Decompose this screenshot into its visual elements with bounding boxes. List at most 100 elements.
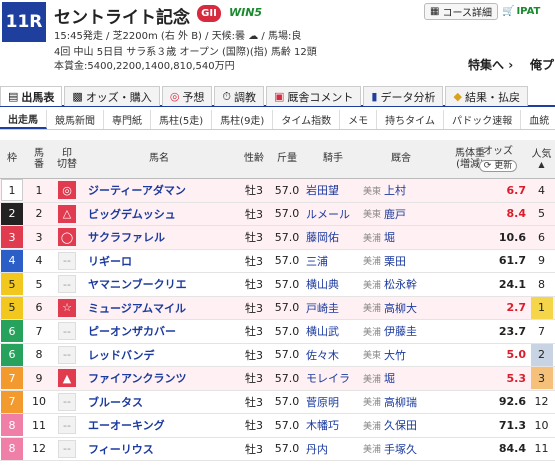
subtab-entries[interactable]: 出走馬 <box>0 110 47 129</box>
table-icon: ▤ <box>8 90 19 103</box>
trainer-link[interactable]: 上村 <box>384 179 442 202</box>
tab-odds[interactable]: ▩ オッズ・購入 <box>64 86 160 106</box>
odds-update-button[interactable]: ⟳ 更新 <box>478 159 518 172</box>
jockey-link[interactable]: 木幡巧 <box>306 414 360 437</box>
trainer-link[interactable]: 松永幹 <box>384 273 442 296</box>
mark-button[interactable]: -- <box>58 392 76 411</box>
course-detail-button[interactable]: ▦ コース詳細 <box>424 3 498 20</box>
jockey-link[interactable]: ルメール <box>306 203 360 226</box>
trainer-link[interactable]: 堀 <box>384 226 442 249</box>
trainer-area: 美東 <box>362 351 381 362</box>
trainer-link[interactable]: 手塚久 <box>384 438 442 461</box>
popularity-badge: 8 <box>531 273 553 295</box>
subtab-memo[interactable]: メモ <box>340 110 378 129</box>
mark-button[interactable]: ☆ <box>58 298 76 317</box>
horse-name-link[interactable]: リギーロ <box>82 250 236 273</box>
horse-name-link[interactable]: ビッグデムッシュ <box>82 203 236 226</box>
horse-weight <box>444 203 496 226</box>
table-row: 4 4 -- リギーロ 牡3 57.0 三浦 美浦 栗田 61.7 9 <box>0 249 555 273</box>
header-mark-toggle[interactable]: 印切替 <box>54 140 80 178</box>
horse-name-link[interactable]: ミュージアムマイル <box>82 297 236 320</box>
jockey-link[interactable]: 菅原明 <box>306 391 360 414</box>
tab-results[interactable]: ◆ 結果・払戻 <box>445 86 528 106</box>
sex-age: 牡3 <box>245 207 263 221</box>
jockey-link[interactable]: 丹内 <box>306 438 360 461</box>
waku-cell: 5 <box>0 273 24 296</box>
horse-name-link[interactable]: サクラファレル <box>82 226 236 249</box>
header-jockey: 騎手 <box>323 153 343 165</box>
trainer-link[interactable]: 久保田 <box>384 414 442 437</box>
tab-entries[interactable]: ▤ 出馬表 <box>0 86 63 106</box>
special-feature-link[interactable]: 特集へ › <box>468 56 513 73</box>
tab-stable-comment[interactable]: ▣ 厩舎コメント <box>266 86 362 106</box>
mark-button[interactable]: -- <box>58 416 76 435</box>
subtab-past9[interactable]: 馬柱(9走) <box>212 110 274 129</box>
popularity-cell: 8 <box>528 273 555 296</box>
horse-name-link[interactable]: ファイアンクランツ <box>82 367 236 390</box>
mark-button[interactable]: △ <box>58 204 76 223</box>
popularity-badge: 3 <box>530 367 553 390</box>
waku-badge: 4 <box>1 249 23 272</box>
jockey-link[interactable]: 戸崎圭 <box>306 297 360 320</box>
trainer-link[interactable]: 大竹 <box>384 344 442 367</box>
subtab-paddock[interactable]: パドック速報 <box>444 110 522 129</box>
horse-name-link[interactable]: ピーオンザカバー <box>82 320 236 343</box>
tab-data-analysis[interactable]: ▮ データ分析 <box>363 86 444 106</box>
horse-weight <box>444 438 496 461</box>
mark-button[interactable]: -- <box>58 275 76 294</box>
horse-name-link[interactable]: レッドバンデ <box>82 344 236 367</box>
subtab-time-index[interactable]: タイム指数 <box>273 110 341 129</box>
mark-button[interactable]: -- <box>58 322 76 341</box>
horse-number: 7 <box>35 324 43 338</box>
tab-label: 予想 <box>182 90 205 104</box>
mark-button[interactable]: -- <box>58 251 76 270</box>
race-number: 11R <box>2 2 46 42</box>
subtab-newspaper[interactable]: 競馬新聞 <box>47 110 104 129</box>
my-pro-link[interactable]: 俺プ <box>530 56 554 73</box>
horse-name-link[interactable]: エーオーキング <box>82 414 236 437</box>
trainer-link[interactable]: 高柳大 <box>384 297 442 320</box>
trainer-link[interactable]: 鹿戸 <box>384 203 442 226</box>
horse-number: 5 <box>35 277 43 291</box>
mark-button[interactable]: ◎ <box>58 181 76 200</box>
subtab-specialist[interactable]: 専門紙 <box>104 110 151 129</box>
horse-name-link[interactable]: ジーティーアダマン <box>82 179 236 202</box>
header-popularity[interactable]: 人気 ▲ <box>528 140 555 178</box>
ipat-button[interactable]: 🛒 IPAT <box>502 3 555 20</box>
jockey-link[interactable]: 横山武 <box>306 320 360 343</box>
jockey-link[interactable]: 藤岡佑 <box>306 226 360 249</box>
trainer-link[interactable]: 伊藤圭 <box>384 320 442 343</box>
horse-weight <box>444 226 496 249</box>
mark-button[interactable]: ◯ <box>58 228 76 247</box>
mark-button[interactable]: -- <box>58 439 76 458</box>
table-row: 6 8 -- レッドバンデ 牡3 57.0 佐々木 美東 大竹 5.0 2 <box>0 343 555 367</box>
horse-weight <box>444 273 496 296</box>
mark-button[interactable]: ▲ <box>58 369 76 388</box>
trainer-link[interactable]: 高柳瑞 <box>384 391 442 414</box>
horse-name-link[interactable]: ブルータス <box>82 391 236 414</box>
popularity-value: 10 <box>534 418 549 432</box>
jockey-link[interactable]: 三浦 <box>306 250 360 273</box>
jockey-link[interactable]: 佐々木 <box>306 344 360 367</box>
trainer-link[interactable]: 栗田 <box>384 250 442 273</box>
mark-button[interactable]: -- <box>58 345 76 364</box>
horse-number: 6 <box>35 301 43 315</box>
subtab-past5[interactable]: 馬柱(5走) <box>151 110 213 129</box>
race-conditions: (国際)(指) 馬齢 12頭 <box>222 47 317 58</box>
popularity-value: 8 <box>538 277 545 291</box>
tab-training[interactable]: ⏱ 調教 <box>214 86 265 106</box>
jockey-link[interactable]: 岩田望 <box>306 179 360 202</box>
tab-prediction[interactable]: ◎ 予想 <box>161 86 213 106</box>
horse-name-link[interactable]: ヤマニンブークリエ <box>82 273 236 296</box>
subtab-pedigree[interactable]: 血統 <box>521 110 555 129</box>
horse-number: 10 <box>32 395 46 409</box>
odds-value: 24.1 <box>498 277 526 291</box>
jockey-link[interactable]: モレイラ <box>306 367 360 390</box>
trainer-area: 美東 <box>362 186 381 197</box>
trainer-link[interactable]: 堀 <box>384 367 442 390</box>
horse-name-link[interactable]: フィーリウス <box>82 438 236 461</box>
subtab-best-time[interactable]: 持ちタイム <box>377 110 444 129</box>
horse-weight <box>444 179 496 202</box>
trainer-area: 美浦 <box>362 398 381 409</box>
jockey-link[interactable]: 横山典 <box>306 273 360 296</box>
